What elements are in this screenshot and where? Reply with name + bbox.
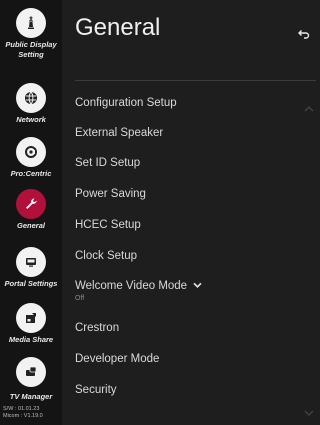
sidebar-item-media-share[interactable]: Media Share <box>0 303 62 345</box>
sidebar-item-general[interactable]: General <box>0 189 62 231</box>
sidebar-item-label: TV Manager <box>9 392 53 401</box>
tv-manager-icon <box>16 357 46 387</box>
menu-item-label: HCEC Setup <box>75 219 141 231</box>
portal-icon <box>16 247 46 277</box>
menu-item-label: Clock Setup <box>75 250 138 262</box>
menu-item-crestron[interactable]: Crestron <box>75 322 119 334</box>
micom-version: Micom : V1.19.0 <box>3 413 43 419</box>
settings-screen: Public Display Setting Network Pro:Centr… <box>0 0 316 425</box>
sidebar-item-public-display-setting[interactable]: Public Display Setting <box>0 8 62 60</box>
sidebar-item-label: General <box>17 221 45 230</box>
scroll-up-icon[interactable] <box>304 99 314 112</box>
header-divider <box>75 80 316 81</box>
sidebar-item-label: Pro:Centric <box>10 169 52 178</box>
king-icon <box>16 8 46 38</box>
menu-item-power-saving[interactable]: Power Saving <box>75 188 146 200</box>
menu-item-label: Developer Mode <box>75 353 160 365</box>
menu-item-label: Security <box>75 384 117 396</box>
sidebar-item-label: Public Display Setting <box>5 40 57 59</box>
sidebar-item-tv-manager[interactable]: TV Manager <box>0 357 62 402</box>
chevron-down-icon <box>193 280 202 292</box>
version-info: S/W : 01.01.23 Micom : V1.19.0 <box>3 406 43 420</box>
sidebar-item-network[interactable]: Network <box>0 83 62 125</box>
sidebar-item-procentric[interactable]: Pro:Centric <box>0 137 62 179</box>
menu-item-security[interactable]: Security <box>75 384 117 396</box>
network-globe-icon <box>16 83 46 113</box>
sidebar-item-label: Network <box>16 115 46 124</box>
sidebar: Public Display Setting Network Pro:Centr… <box>0 0 62 425</box>
menu-item-configuration-setup[interactable]: Configuration Setup <box>75 97 177 109</box>
menu-item-clock-setup[interactable]: Clock Setup <box>75 250 137 262</box>
menu-item-label: Welcome Video Mode <box>75 280 188 293</box>
menu-item-label: Set ID Setup <box>75 157 141 169</box>
sidebar-item-portal-settings[interactable]: Portal Settings <box>0 247 62 289</box>
sidebar-item-label: Media Share <box>8 335 54 344</box>
wrench-icon <box>16 189 46 219</box>
menu-item-label: Power Saving <box>75 188 146 200</box>
media-share-icon <box>16 303 46 333</box>
menu-item-developer-mode[interactable]: Developer Mode <box>75 353 159 365</box>
menu-item-value: Off <box>75 295 85 303</box>
menu-item-external-speaker[interactable]: External Speaker <box>75 127 163 139</box>
menu-item-welcome-video-mode[interactable]: Welcome Video Mode Off <box>75 280 202 302</box>
menu-item-label: External Speaker <box>75 127 164 139</box>
menu-item-set-id-setup[interactable]: Set ID Setup <box>75 157 140 169</box>
scroll-down-icon[interactable] <box>304 403 314 416</box>
sidebar-item-label: Portal Settings <box>4 279 58 288</box>
menu-item-label: Crestron <box>75 322 120 334</box>
menu-item-hcec-setup[interactable]: HCEC Setup <box>75 219 141 231</box>
menu-item-label: Configuration Setup <box>75 97 177 109</box>
back-arrow-icon[interactable] <box>297 27 311 41</box>
page-title: General <box>75 14 161 41</box>
procentric-icon <box>16 137 46 167</box>
software-version: S/W : 01.01.23 <box>3 406 40 412</box>
